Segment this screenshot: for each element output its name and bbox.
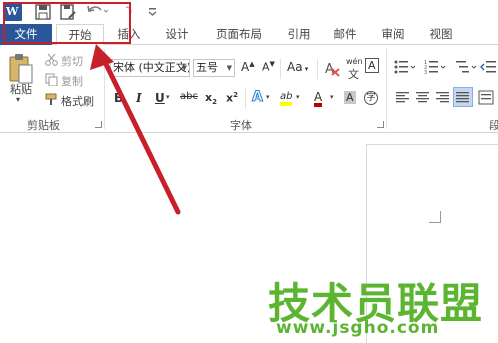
watermark-url: www.jsgho.com xyxy=(276,318,440,338)
